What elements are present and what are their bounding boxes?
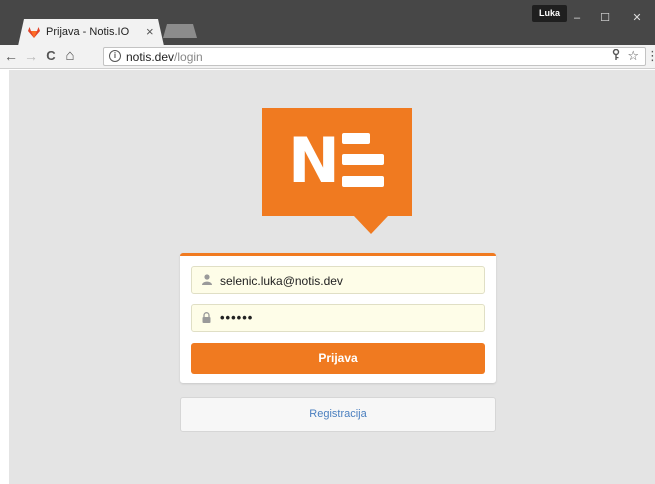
home-icon[interactable]: ⌂ bbox=[62, 48, 78, 64]
user-icon bbox=[202, 274, 212, 286]
password-value: •••••• bbox=[220, 310, 254, 325]
browser-tab[interactable]: Prijava - Notis.IO × bbox=[18, 19, 164, 46]
register-button[interactable]: Registracija bbox=[180, 397, 496, 432]
password-field[interactable]: •••••• bbox=[191, 304, 485, 332]
url-path: /login bbox=[174, 50, 203, 64]
logo-bar bbox=[342, 176, 384, 187]
login-card: selenic.luka@notis.dev •••••• Prijava bbox=[180, 253, 496, 383]
url-host: notis.dev bbox=[126, 50, 175, 64]
maximize-icon[interactable]: ☐ bbox=[595, 10, 615, 26]
bookmark-star-icon[interactable]: ☆ bbox=[627, 48, 639, 64]
page-body: N selenic.luka@notis.dev •••••• Prijava … bbox=[9, 70, 655, 484]
browser-menu-icon[interactable]: ⋮ bbox=[646, 48, 655, 64]
notis-logo: N bbox=[262, 108, 412, 216]
email-field[interactable]: selenic.luka@notis.dev bbox=[191, 266, 485, 294]
logo-letter-n: N bbox=[288, 124, 340, 197]
url-text[interactable]: notis.dev/login bbox=[126, 50, 203, 64]
logo-bar bbox=[342, 154, 384, 165]
login-button[interactable]: Prijava bbox=[191, 343, 485, 374]
tab-title: Prijava - Notis.IO bbox=[46, 26, 130, 38]
minimize-icon[interactable]: – bbox=[567, 10, 587, 26]
logo-speech-tail bbox=[354, 216, 388, 234]
lock-icon bbox=[202, 312, 212, 324]
profile-badge[interactable]: Luka bbox=[532, 5, 567, 22]
browser-toolbar: ← → C ⌂ i notis.dev/login ☆ bbox=[0, 45, 655, 69]
tab-close-icon[interactable]: × bbox=[146, 24, 154, 39]
new-tab-button[interactable] bbox=[163, 24, 197, 38]
reload-icon[interactable]: C bbox=[43, 48, 59, 64]
close-window-icon[interactable]: ✕ bbox=[627, 10, 647, 26]
back-icon[interactable]: ← bbox=[3, 48, 19, 64]
browser-titlebar: Prijava - Notis.IO × Luka – ☐ ✕ bbox=[0, 0, 655, 46]
forward-icon[interactable]: → bbox=[23, 48, 39, 64]
email-value: selenic.luka@notis.dev bbox=[220, 274, 343, 288]
key-icon[interactable] bbox=[611, 48, 621, 64]
logo-bar bbox=[342, 133, 370, 144]
gitlab-fox-icon bbox=[28, 27, 40, 38]
info-icon[interactable]: i bbox=[109, 50, 121, 62]
address-bar[interactable]: i notis.dev/login ☆ bbox=[103, 47, 646, 66]
